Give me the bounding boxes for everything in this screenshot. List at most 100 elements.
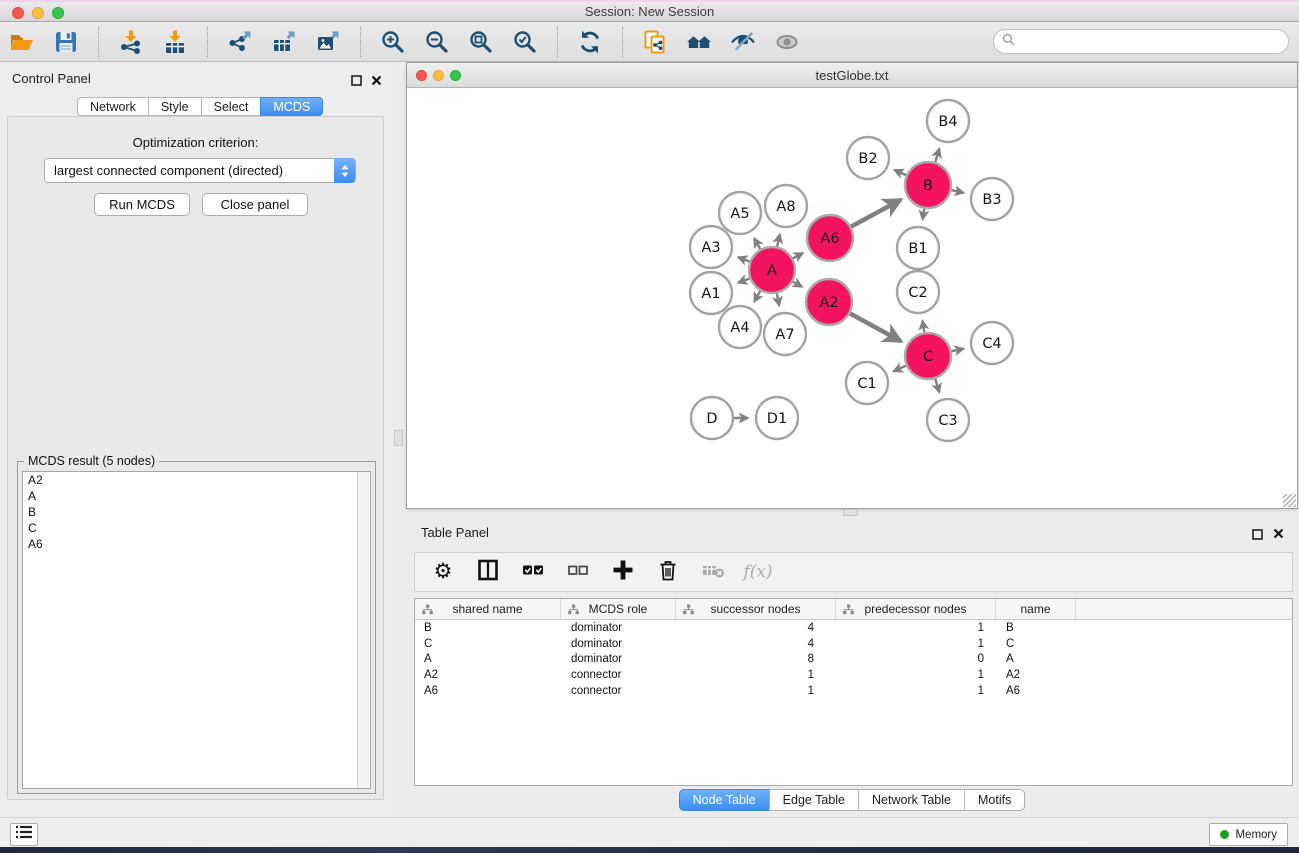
show-all-button[interactable]: [771, 26, 803, 58]
graph-edge-A-A6[interactable]: [793, 253, 803, 258]
zoom-selected-button[interactable]: [509, 26, 541, 58]
table-row[interactable]: Bdominator41B: [415, 620, 1292, 636]
tab-network-table[interactable]: Network Table: [858, 789, 965, 811]
table-row[interactable]: Cdominator41C: [415, 636, 1292, 652]
table-header-row: shared nameMCDS rolesuccessor nodesprede…: [415, 599, 1292, 620]
column-header-shared-name[interactable]: shared name: [415, 599, 561, 619]
search-field[interactable]: [993, 29, 1289, 54]
graph-edge-C-C3[interactable]: [935, 379, 939, 392]
control-panel-title: Control Panel: [12, 71, 91, 86]
table-cell: 1: [836, 685, 996, 697]
mcds-result-item[interactable]: B: [23, 504, 370, 520]
table-settings-button[interactable]: ⚙: [430, 559, 456, 585]
export-network-icon: [227, 29, 253, 55]
resize-grip[interactable]: [1283, 494, 1296, 507]
table-row[interactable]: A2connector11A2: [415, 667, 1292, 683]
sitemap-icon: [683, 604, 694, 618]
graph-edge-A-A5[interactable]: [754, 238, 760, 249]
table-row[interactable]: Adominator80A: [415, 652, 1292, 668]
mcds-result-item[interactable]: C: [23, 520, 370, 536]
network-canvas[interactable]: AA1A2A3A4A5A6A7A8BB1B2B3B4CC1C2C3C4DD1: [407, 88, 1297, 513]
import-network-icon: [118, 29, 144, 55]
graph-edge-B-B1[interactable]: [923, 209, 925, 220]
close-table-panel-icon[interactable]: [1273, 526, 1284, 544]
graph-edge-A-A1[interactable]: [738, 279, 749, 283]
graph-edge-A-A4[interactable]: [754, 291, 760, 302]
mcds-result-item[interactable]: A: [23, 488, 370, 504]
run-mcds-button[interactable]: Run MCDS: [94, 193, 190, 216]
refresh-button[interactable]: [574, 26, 606, 58]
network-window-titlebar[interactable]: testGlobe.txt: [407, 63, 1297, 88]
zoom-fit-button[interactable]: [465, 26, 497, 58]
zoom-in-icon: [380, 29, 406, 55]
graph-edge-A-A3[interactable]: [738, 257, 749, 261]
graph-edge-B-B3[interactable]: [951, 190, 963, 193]
deselect-all-button[interactable]: [565, 559, 591, 585]
table-cell: A2: [415, 669, 561, 681]
graph-edge-A2-C[interactable]: [850, 314, 901, 342]
column-header-MCDS-role[interactable]: MCDS role: [561, 599, 676, 619]
import-table-icon: [162, 29, 188, 55]
zoom-in-button[interactable]: [377, 26, 409, 58]
task-history-button[interactable]: [10, 823, 38, 846]
graph-edge-C-C1[interactable]: [894, 366, 907, 372]
table-row[interactable]: A6connector11A6: [415, 683, 1292, 699]
delete-button[interactable]: [655, 559, 681, 585]
export-network-button[interactable]: [224, 26, 256, 58]
memory-button[interactable]: Memory: [1209, 823, 1288, 846]
home-layout-button[interactable]: [683, 26, 715, 58]
zoom-out-button[interactable]: [421, 26, 453, 58]
optimization-select-value: largest connected component (directed): [54, 163, 283, 178]
graph-edge-C-C2[interactable]: [923, 321, 925, 333]
tab-mcds[interactable]: MCDS: [260, 97, 323, 116]
column-visibility-button[interactable]: [475, 559, 501, 585]
tab-select[interactable]: Select: [201, 97, 262, 116]
close-panel-icon[interactable]: [371, 73, 382, 91]
table-cell: A2: [996, 669, 1076, 681]
mcds-result-scrollbar[interactable]: [357, 472, 370, 788]
graph-edge-B-B4[interactable]: [935, 149, 939, 162]
toolbar-separator: [98, 27, 99, 57]
graph-edge-B-B2[interactable]: [894, 170, 906, 175]
import-network-button[interactable]: [115, 26, 147, 58]
column-header-predecessor-nodes[interactable]: predecessor nodes: [836, 599, 996, 619]
hide-selected-button[interactable]: [727, 26, 759, 58]
open-file-button[interactable]: [6, 26, 38, 58]
graph-edge-A-A8[interactable]: [777, 234, 780, 246]
tab-edge-table[interactable]: Edge Table: [769, 789, 859, 811]
export-table-icon: [271, 29, 297, 55]
optimization-select[interactable]: largest connected component (directed): [44, 158, 356, 183]
tab-node-table[interactable]: Node Table: [679, 789, 770, 811]
export-table-button[interactable]: [268, 26, 300, 58]
column-header-name[interactable]: name: [996, 599, 1076, 619]
export-image-button[interactable]: [312, 26, 344, 58]
column-header-successor-nodes[interactable]: successor nodes: [676, 599, 836, 619]
network-graph[interactable]: AA1A2A3A4A5A6A7A8BB1B2B3B4CC1C2C3C4DD1: [407, 88, 1297, 508]
graph-node-label: A6: [820, 231, 839, 247]
graph-edge-C-C4[interactable]: [952, 349, 964, 351]
duplicate-network-button[interactable]: [639, 26, 671, 58]
graph-edge-A-A7[interactable]: [777, 294, 779, 306]
float-panel-icon[interactable]: [351, 73, 362, 91]
mcds-result-item[interactable]: A2: [23, 472, 370, 488]
table-cell: A: [415, 653, 561, 665]
save-session-button[interactable]: [50, 26, 82, 58]
vertical-splitter-handle[interactable]: [394, 430, 403, 446]
close-panel-button[interactable]: Close panel: [202, 193, 308, 216]
graph-edge-A6-B[interactable]: [851, 200, 901, 227]
zoom-selected-icon: [512, 29, 538, 55]
mcds-result-item[interactable]: A6: [23, 536, 370, 552]
tab-network[interactable]: Network: [77, 97, 149, 116]
import-table-button[interactable]: [159, 26, 191, 58]
destroy-table-button: [700, 559, 726, 585]
graph-edge-A-A2[interactable]: [793, 282, 802, 287]
tab-motifs[interactable]: Motifs: [964, 789, 1025, 811]
search-input[interactable]: [1020, 33, 1270, 50]
app-title: Session: New Session: [0, 4, 1299, 19]
add-column-button[interactable]: [610, 559, 636, 585]
table-cell: connector: [561, 685, 676, 697]
tab-style[interactable]: Style: [148, 97, 202, 116]
select-all-button[interactable]: [520, 559, 546, 585]
float-table-panel-icon[interactable]: [1252, 527, 1263, 545]
horizontal-splitter-handle[interactable]: [843, 509, 858, 516]
